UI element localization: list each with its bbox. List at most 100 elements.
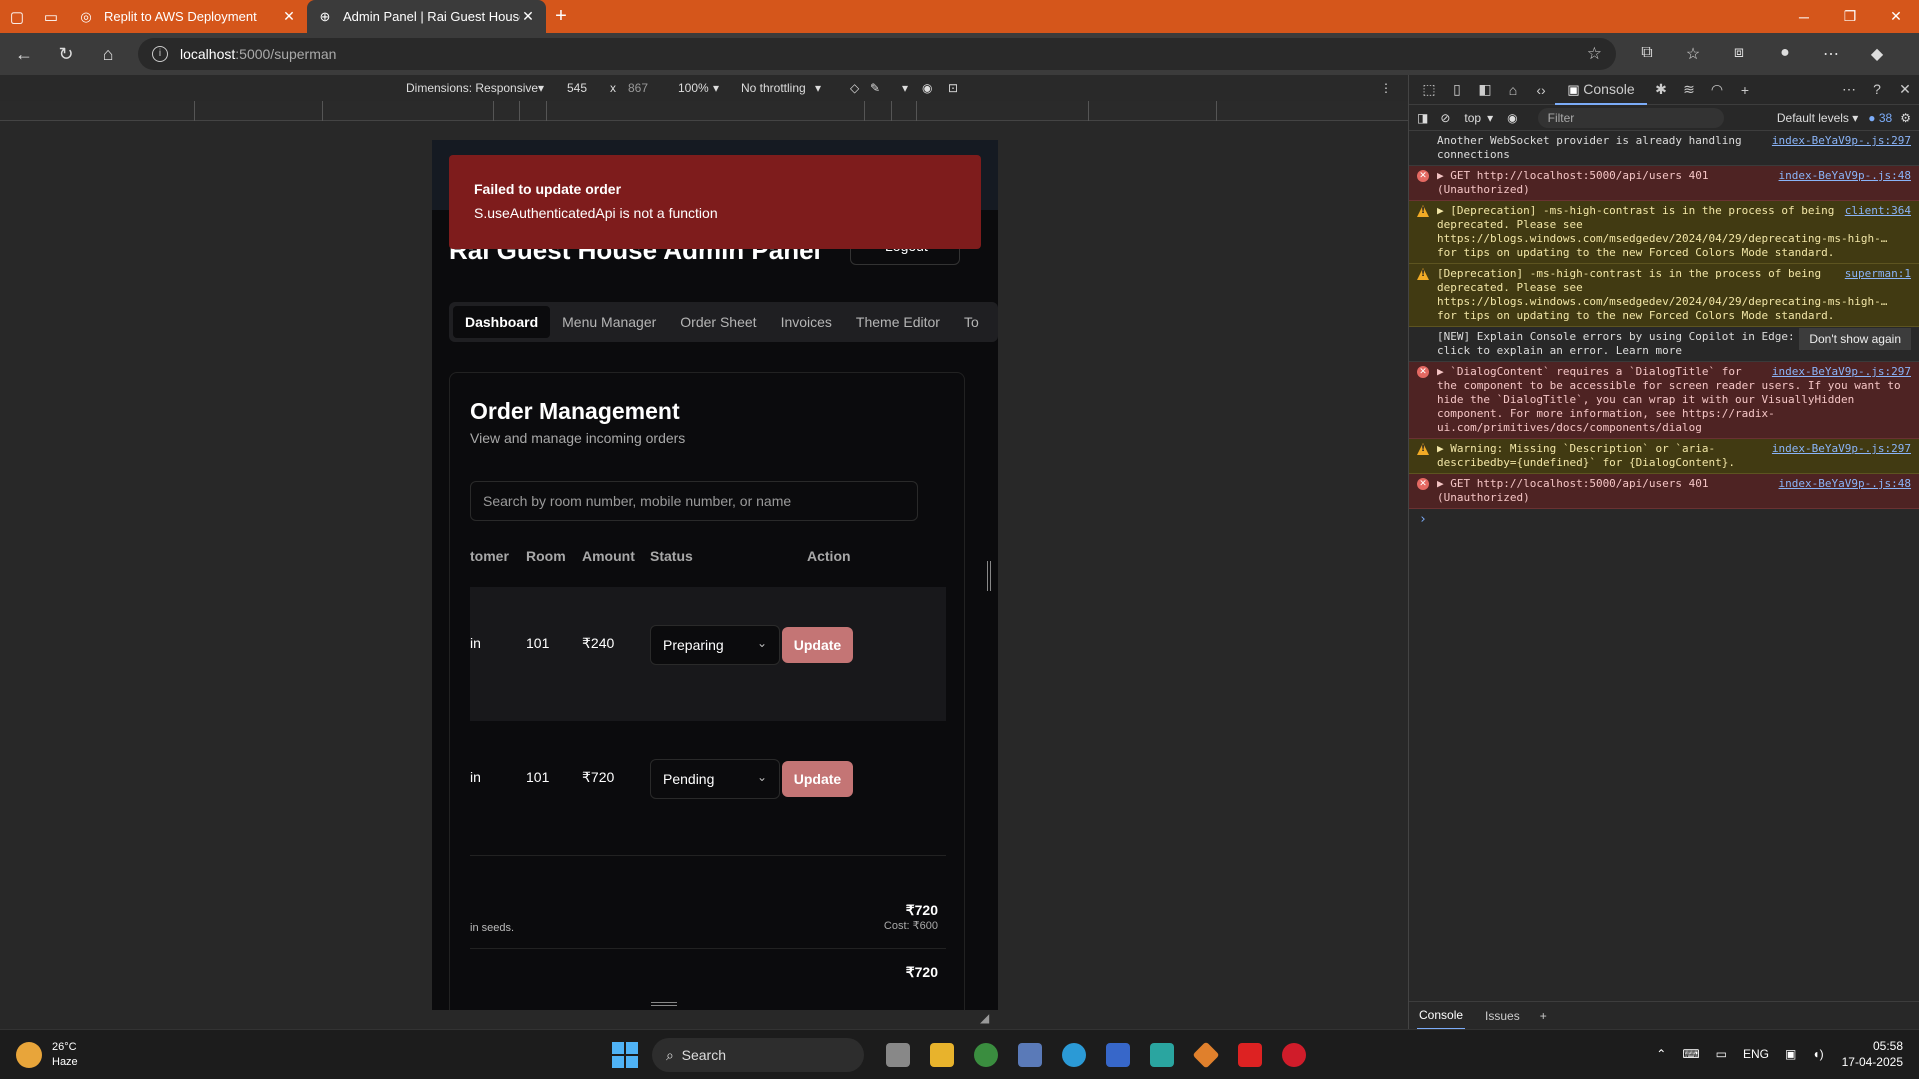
inspect-icon[interactable]: ⬚ [1415,81,1443,98]
copilot-icon[interactable]: ◆ [1854,44,1900,64]
extensions-icon[interactable]: ⧉ [1624,44,1670,64]
update-button[interactable]: Update [782,761,853,797]
console-filter-input[interactable]: Filter [1537,107,1724,128]
restore-icon[interactable]: ❐ [1827,0,1873,33]
refresh-icon[interactable]: ↻ [48,36,84,72]
favorites-icon[interactable]: ☆ [1670,44,1716,64]
zoom-dropdown[interactable]: 100% [678,81,709,95]
clear-console-icon[interactable]: ⊘ [1440,111,1450,125]
language-indicator[interactable]: ENG [1743,1047,1769,1061]
elements-icon[interactable]: ‹› [1527,82,1555,98]
sources-bug-icon[interactable]: ✱ [1647,81,1675,98]
close-window-icon[interactable]: ✕ [1873,0,1919,33]
home-icon[interactable]: ⌂ [90,36,126,72]
edge-icon[interactable] [1052,1037,1096,1073]
more-menu-icon[interactable]: ⋯ [1808,44,1854,64]
store-icon[interactable] [1140,1037,1184,1073]
dont-show-again-button[interactable]: Don't show again [1799,328,1911,350]
settings-gear-icon[interactable]: ⚙ [1900,111,1911,125]
tab-theme-editor[interactable]: Theme Editor [844,306,952,338]
chevron-down-icon[interactable]: ▾ [902,81,908,95]
device-more-icon[interactable]: ⋮ [1380,81,1392,95]
new-tab-button[interactable]: + [546,5,576,28]
source-link[interactable]: index-BeYaV9p-.js:297 [1772,134,1911,148]
source-link[interactable]: index-BeYaV9p-.js:297 [1772,442,1911,456]
tab-invoices[interactable]: Invoices [769,306,844,338]
help-icon[interactable]: ? [1863,81,1891,98]
calculator-icon[interactable] [1008,1037,1052,1073]
issues-count-badge[interactable]: ● 38 [1868,111,1892,125]
profile-avatar[interactable]: ● [1762,44,1808,64]
minimize-icon[interactable]: ─ [1781,0,1827,33]
order-search-input[interactable]: Search by room number, mobile number, or… [470,481,918,521]
weather-widget[interactable]: 26°C Haze [16,1040,78,1070]
keyboard-icon[interactable]: ⌨ [1682,1047,1699,1061]
tab-order-sheet[interactable]: Order Sheet [668,306,768,338]
source-link[interactable]: index-BeYaV9p-.js:297 [1772,365,1911,379]
console-error[interactable]: ✕ index-BeYaV9p-.js:48 ▶ GET http://loca… [1409,474,1919,509]
tab-actions-icon[interactable]: ▭ [34,0,68,33]
favorite-star-icon[interactable]: ☆ [1587,44,1602,64]
taskbar-search[interactable]: ⌕ Search [652,1038,864,1072]
remote-desktop-icon[interactable] [1096,1037,1140,1073]
add-drawer-tab-icon[interactable]: + [1540,1009,1547,1023]
browser-tab-admin-panel[interactable]: ⊕ Admin Panel | Rai Guest House ✕ [307,0,546,33]
browser-tab-replit[interactable]: ◎ Replit to AWS Deployment ✕ [68,0,307,33]
close-tab-icon[interactable]: ✕ [520,8,536,25]
status-select[interactable]: Preparing ⌄ [650,625,780,665]
file-explorer-icon[interactable] [920,1037,964,1073]
network-icon[interactable]: ▣ [1785,1047,1796,1061]
back-icon[interactable]: ← [6,36,42,72]
drawer-tab-console[interactable]: Console [1417,1002,1466,1030]
chevron-up-icon[interactable]: ⌃ [1656,1047,1666,1061]
tab-console[interactable]: ▣ Console [1555,75,1647,105]
context-selector[interactable]: top [1464,111,1481,125]
live-expression-eye-icon[interactable]: ◉ [1507,111,1517,125]
network-wifi-icon[interactable]: ≋ [1675,81,1703,98]
sidebar-icon[interactable]: ◧ [1471,81,1499,98]
rotate-icon[interactable]: ◇ [850,81,859,95]
source-link[interactable]: index-BeYaV9p-.js:48 [1779,477,1911,491]
console-warning[interactable]: ! superman:1 [Deprecation] -ms-high-cont… [1409,264,1919,327]
red-app-icon[interactable] [1228,1037,1272,1073]
more-tools-icon[interactable]: ⋯ [1835,81,1863,98]
console-prompt[interactable]: › [1409,509,1919,531]
tab-dashboard[interactable]: Dashboard [453,306,551,338]
volume-icon[interactable]: ◖) [1812,1047,1823,1061]
console-warning[interactable]: ! index-BeYaV9p-.js:297 ▶ Warning: Missi… [1409,439,1919,474]
opera-icon[interactable] [1272,1037,1316,1073]
chrome-icon[interactable] [964,1037,1008,1073]
eyedropper-icon[interactable]: ✎ [870,81,880,95]
console-message[interactable]: index-BeYaV9p-.js:297 Another WebSocket … [1409,131,1919,166]
error-toast[interactable]: Failed to update order S.useAuthenticate… [449,155,981,249]
source-link[interactable]: index-BeYaV9p-.js:48 [1779,169,1911,183]
dimensions-dropdown[interactable]: Dimensions: Responsive [406,81,538,95]
width-input[interactable]: 545 [567,81,587,95]
task-view-icon[interactable] [876,1037,920,1073]
close-tab-icon[interactable]: ✕ [281,8,297,25]
log-levels-dropdown[interactable]: Default levels ▾ [1777,111,1858,125]
tab-menu-manager[interactable]: Menu Manager [550,306,668,338]
sidebar-toggle-icon[interactable]: ◨ [1417,111,1428,125]
workspaces-icon[interactable]: ▢ [0,0,34,33]
height-input[interactable]: 867 [628,81,648,95]
console-error[interactable]: ✕ index-BeYaV9p-.js:48 ▶ GET http://loca… [1409,166,1919,201]
tab-truncated[interactable]: To [952,306,991,338]
welcome-home-icon[interactable]: ⌂ [1499,82,1527,98]
add-tool-icon[interactable]: + [1731,82,1759,98]
resize-handle-right[interactable] [987,561,991,591]
throttling-dropdown[interactable]: No throttling [741,81,806,95]
update-button[interactable]: Update [782,627,853,663]
display-icon[interactable]: ▭ [1716,1047,1727,1061]
performance-icon[interactable]: ◠ [1703,81,1731,98]
resize-handle-bottom[interactable] [651,1002,677,1006]
eye-icon[interactable]: ◉ [922,81,932,95]
source-link[interactable]: superman:1 [1845,267,1911,281]
address-bar[interactable]: i localhost:5000/superman ☆ [138,38,1616,70]
device-toggle-icon[interactable]: ▯ [1443,81,1471,98]
console-error[interactable]: ✕ index-BeYaV9p-.js:297 ▶ `DialogContent… [1409,362,1919,439]
console-warning[interactable]: ! client:364 ▶ [Deprecation] -ms-high-co… [1409,201,1919,264]
start-windows-icon[interactable] [612,1042,638,1068]
git-icon[interactable] [1184,1037,1228,1073]
source-link[interactable]: client:364 [1845,204,1911,218]
